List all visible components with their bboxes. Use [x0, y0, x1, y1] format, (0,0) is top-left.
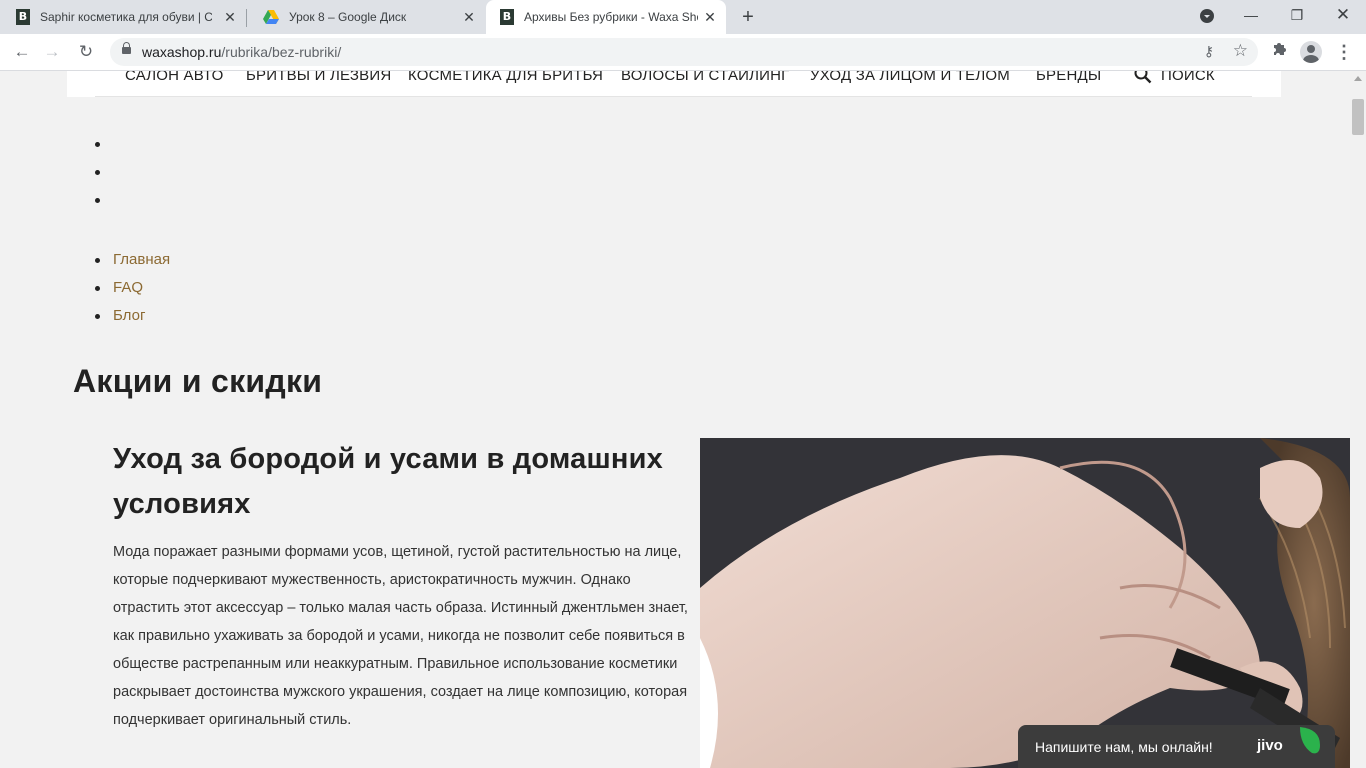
restore-button[interactable]: ❐ — [1274, 0, 1320, 30]
list-item: FAQ — [94, 274, 170, 302]
google-drive-icon — [263, 10, 279, 24]
scroll-up-arrow-icon[interactable] — [1354, 76, 1362, 81]
bookmark-star-icon[interactable]: ☆ — [1233, 41, 1248, 61]
url-path: /rubrika/bez-rubriki/ — [221, 44, 342, 60]
browser-tab-3[interactable]: B Архивы Без рубрики - Waxa Sho ✕ — [486, 0, 726, 34]
waxa-b-icon: B — [500, 9, 514, 25]
url-text[interactable]: waxashop.ru/rubrika/bez-rubriki/ — [142, 44, 341, 60]
minimize-button[interactable]: — — [1228, 0, 1274, 30]
post-excerpt: Мода поражает разными формами усов, щети… — [113, 544, 688, 728]
menu-divider — [95, 96, 1252, 97]
page-scrollbar[interactable] — [1350, 71, 1366, 768]
new-tab-button[interactable]: + — [738, 7, 758, 27]
menu-item-brendy[interactable]: Бренды — [1036, 71, 1101, 84]
tab-title: Архивы Без рубрики - Waxa Sho — [524, 10, 698, 24]
search-icon[interactable] — [1134, 71, 1152, 84]
page-links-list: Главная FAQ Блог — [94, 246, 170, 330]
menu-item-ukhod[interactable]: Уход за лицом и телом — [810, 71, 1010, 84]
extensions-puzzle-icon[interactable] — [1268, 41, 1290, 63]
tab-title: Урок 8 – Google Диск — [289, 10, 407, 24]
close-tab-icon[interactable]: ✕ — [222, 9, 238, 25]
browser-toolbar: ← → ↻ waxashop.ru/rubrika/bez-rubriki/ ⚷… — [0, 34, 1366, 71]
post-title[interactable]: Уход за бородой и усами в домашних услов… — [113, 437, 683, 527]
close-tab-icon[interactable]: ✕ — [702, 9, 718, 25]
list-item: Блог — [94, 302, 170, 330]
key-icon[interactable]: ⚷ — [1204, 43, 1214, 60]
menu-item-volosy[interactable]: Волосы и стайлинг — [621, 71, 790, 84]
profile-avatar[interactable] — [1300, 41, 1322, 63]
close-window-button[interactable]: ✕ — [1320, 0, 1366, 30]
page-viewport: Салон авто Бритвы и лезвия Косметика для… — [0, 71, 1350, 768]
link-home[interactable]: Главная — [113, 251, 170, 268]
address-bar[interactable]: waxashop.ru/rubrika/bez-rubriki/ ⚷ ☆ — [110, 38, 1258, 66]
reload-button[interactable]: ↻ — [75, 41, 97, 63]
kebab-menu-icon[interactable]: ⋮ — [1333, 41, 1355, 63]
search-button-label[interactable]: Поиск — [1161, 71, 1215, 84]
forward-button[interactable]: → — [41, 41, 63, 63]
browser-tab-strip: B Saphir косметика для обуви | Са ✕ Урок… — [0, 0, 1366, 34]
menu-item-kosmetika[interactable]: Косметика для бритья — [408, 71, 603, 84]
link-blog[interactable]: Блог — [113, 307, 145, 324]
jivo-logo: jivo — [1257, 737, 1283, 754]
jivo-leaf-icon — [1300, 727, 1320, 754]
lock-icon — [122, 42, 131, 54]
close-tab-icon[interactable]: ✕ — [461, 9, 477, 25]
url-host: waxashop.ru — [142, 44, 222, 60]
chat-invite-text: Напишите нам, мы онлайн! — [1035, 739, 1213, 755]
section-title: Акции и скидки — [73, 363, 323, 399]
menu-item-britvy[interactable]: Бритвы и лезвия — [246, 71, 391, 84]
tab-title: Saphir косметика для обуви | Са — [40, 10, 212, 24]
scrollbar-thumb[interactable] — [1352, 99, 1364, 135]
chevron-down-icon — [1200, 9, 1214, 24]
menu-item-salon-avto[interactable]: Салон авто — [125, 71, 224, 84]
browser-tab-2[interactable]: Урок 8 – Google Диск ✕ — [247, 0, 485, 34]
waxa-b-icon: B — [16, 9, 30, 25]
post-image-barber-hands[interactable] — [700, 438, 1350, 768]
link-faq[interactable]: FAQ — [113, 279, 143, 296]
list-item: Главная — [94, 246, 170, 274]
tab-search-button[interactable] — [1184, 0, 1230, 30]
back-button[interactable]: ← — [11, 41, 33, 63]
jivo-chat-widget[interactable]: Напишите нам, мы онлайн! jivo — [1018, 725, 1335, 768]
browser-tab-1[interactable]: B Saphir косметика для обуви | Са ✕ — [0, 0, 246, 34]
